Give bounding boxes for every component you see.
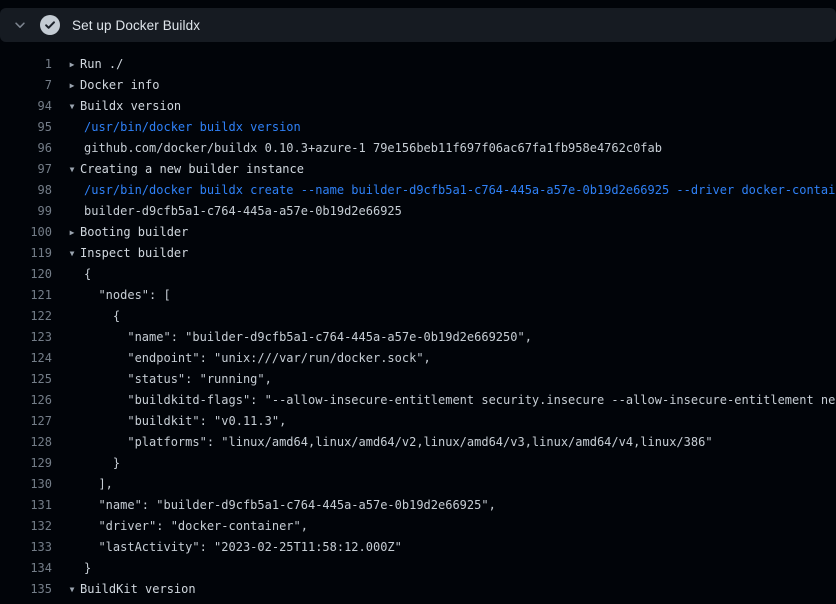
output-text: builder-d9cfb5a1-c764-445a-a57e-0b19d2e6… [84,600,474,604]
log-group-row[interactable]: 1 ▶Run ./ [0,54,836,75]
line-number[interactable]: 135 [0,579,52,600]
line-number[interactable]: 97 [0,159,52,180]
line-number[interactable]: 130 [0,474,52,495]
actions-log-viewer: Set up Docker Buildx 1▶Run ./7▶Docker in… [0,0,836,604]
log-container[interactable]: 1▶Run ./7▶Docker info94▼Buildx version95… [0,42,836,604]
line-number[interactable]: 122 [0,306,52,327]
group-title: Booting builder [80,222,188,243]
line-number[interactable]: 126 [0,390,52,411]
line-number[interactable]: 1 [0,54,52,75]
line-number[interactable]: 129 [0,453,52,474]
log-line-row: 136 builder-d9cfb5a1-c764-445a-a57e-0b19d… [0,600,836,604]
triangle-right-icon[interactable]: ▶ [66,54,78,75]
line-number[interactable]: 133 [0,537,52,558]
log-group-row[interactable]: 135 ▼BuildKit version [0,579,836,600]
log-line-row: 121 "nodes": [ [0,285,836,306]
output-text: "buildkitd-flags": "--allow-insecure-ent… [84,390,836,411]
line-number[interactable]: 123 [0,327,52,348]
line-number[interactable]: 131 [0,495,52,516]
log-group-row[interactable]: 94 ▼Buildx version [0,96,836,117]
output-text: "driver": "docker-container", [84,516,308,537]
triangle-right-icon[interactable]: ▶ [66,222,78,243]
line-number[interactable]: 121 [0,285,52,306]
step-title: Set up Docker Buildx [72,18,200,33]
triangle-down-icon[interactable]: ▼ [66,579,78,600]
line-number[interactable]: 134 [0,558,52,579]
output-text: } [84,558,91,579]
line-number[interactable]: 128 [0,432,52,453]
log-line-row: 99 builder-d9cfb5a1-c764-445a-a57e-0b19d2… [0,201,836,222]
log-line-row: 96 github.com/docker/buildx 0.10.3+azure-… [0,138,836,159]
line-number[interactable]: 127 [0,411,52,432]
log-line-row: 134} [0,558,836,579]
output-text: } [84,453,120,474]
log-line-row: 122 { [0,306,836,327]
log-line-row: 123 "name": "builder-d9cfb5a1-c764-445a-… [0,327,836,348]
log-group-row[interactable]: 7 ▶Docker info [0,75,836,96]
output-text: builder-d9cfb5a1-c764-445a-a57e-0b19d2e6… [84,201,402,222]
log-line-row: 133 "lastActivity": "2023-02-25T11:58:12… [0,537,836,558]
line-number[interactable]: 95 [0,117,52,138]
line-number[interactable]: 7 [0,75,52,96]
line-number[interactable]: 136 [0,600,52,604]
step-header[interactable]: Set up Docker Buildx [0,8,836,42]
triangle-down-icon[interactable]: ▼ [66,159,78,180]
log-line-row: 95/usr/bin/docker buildx version [0,117,836,138]
output-text: "lastActivity": "2023-02-25T11:58:12.000… [84,537,402,558]
log-line-row: 127 "buildkit": "v0.11.3", [0,411,836,432]
group-title: Creating a new builder instance [80,159,304,180]
triangle-right-icon[interactable]: ▶ [66,75,78,96]
line-number[interactable]: 99 [0,201,52,222]
command-text: /usr/bin/docker buildx version [84,117,301,138]
log-line-row: 124 "endpoint": "unix:///var/run/docker.… [0,348,836,369]
log-line-row: 132 "driver": "docker-container", [0,516,836,537]
log-group-row[interactable]: 97 ▼Creating a new builder instance [0,159,836,180]
group-title: Run ./ [80,54,123,75]
log-line-row: 130 ], [0,474,836,495]
group-title: BuildKit version [80,579,196,600]
output-text: "platforms": "linux/amd64,linux/amd64/v2… [84,432,713,453]
log-line-row: 98/usr/bin/docker buildx create --name b… [0,180,836,201]
log-line-row: 120 { [0,264,836,285]
log-group-row[interactable]: 100 ▶Booting builder [0,222,836,243]
output-text: "status": "running", [84,369,272,390]
output-text: "endpoint": "unix:///var/run/docker.sock… [84,348,431,369]
line-number[interactable]: 94 [0,96,52,117]
log-group-row[interactable]: 119 ▼Inspect builder [0,243,836,264]
output-text: { [84,306,120,327]
line-number[interactable]: 120 [0,264,52,285]
output-text: { [84,264,91,285]
output-text: "buildkit": "v0.11.3", [84,411,286,432]
check-circle-icon [40,15,60,35]
line-number[interactable]: 119 [0,243,52,264]
line-number[interactable]: 125 [0,369,52,390]
log-line-row: 128 "platforms": "linux/amd64,linux/amd6… [0,432,836,453]
line-number[interactable]: 96 [0,138,52,159]
log-line-row: 129 } [0,453,836,474]
group-title: Buildx version [80,96,181,117]
triangle-down-icon[interactable]: ▼ [66,96,78,117]
output-text: "nodes": [ [84,285,171,306]
log-line-row: 126 "buildkitd-flags": "--allow-insecure… [0,390,836,411]
output-text: "name": "builder-d9cfb5a1-c764-445a-a57e… [84,327,532,348]
line-number[interactable]: 98 [0,180,52,201]
log-line-row: 125 "status": "running", [0,369,836,390]
group-title: Inspect builder [80,243,188,264]
group-title: Docker info [80,75,159,96]
output-text: "name": "builder-d9cfb5a1-c764-445a-a57e… [84,495,496,516]
line-number[interactable]: 132 [0,516,52,537]
output-text: github.com/docker/buildx 0.10.3+azure-1 … [84,138,662,159]
output-text: ], [84,474,113,495]
chevron-down-icon[interactable] [13,18,27,32]
command-text: /usr/bin/docker buildx create --name bui… [84,180,836,201]
line-number[interactable]: 100 [0,222,52,243]
line-number[interactable]: 124 [0,348,52,369]
triangle-down-icon[interactable]: ▼ [66,243,78,264]
log-line-row: 131 "name": "builder-d9cfb5a1-c764-445a-… [0,495,836,516]
